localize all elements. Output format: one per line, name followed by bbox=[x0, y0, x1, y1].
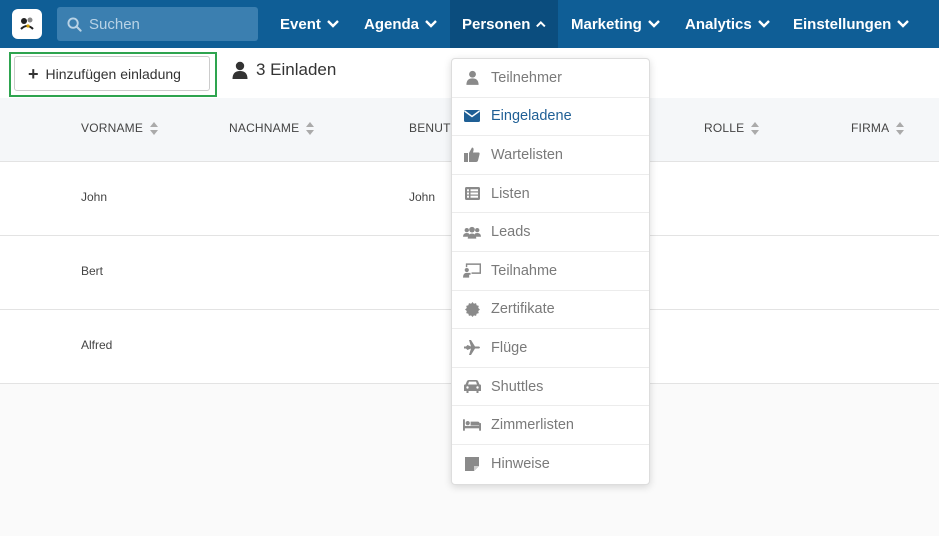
nav-item-label: Agenda bbox=[364, 15, 420, 33]
nav-item-label: Marketing bbox=[571, 15, 642, 33]
nav-item-analytics[interactable]: Analytics bbox=[673, 0, 782, 48]
nav-item-label: Event bbox=[280, 15, 321, 33]
sort-icon bbox=[150, 121, 159, 135]
envelope-icon bbox=[463, 108, 481, 124]
nav-item-personen[interactable]: Personen bbox=[450, 0, 558, 48]
menu-item-label: Eingeladene bbox=[491, 108, 572, 125]
column-header-benutzer[interactable]: BENUT bbox=[409, 121, 451, 135]
menu-item-teilnehmer[interactable]: Teilnehmer bbox=[452, 59, 649, 98]
menu-item-leads[interactable]: Leads bbox=[452, 213, 649, 252]
plane-icon bbox=[463, 340, 481, 356]
nav-item-marketing[interactable]: Marketing bbox=[559, 0, 672, 48]
user-icon bbox=[232, 61, 248, 79]
menu-item-zertifikate[interactable]: Zertifikate bbox=[452, 291, 649, 330]
menu-item-label: Shuttles bbox=[491, 378, 544, 395]
personen-dropdown-menu: Teilnehmer Eingeladene Wartelisten Liste… bbox=[451, 58, 650, 485]
menu-item-label: Flüge bbox=[491, 339, 528, 356]
certificate-icon bbox=[463, 301, 481, 317]
menu-item-fluege[interactable]: Flüge bbox=[452, 329, 649, 368]
nav-item-einstellungen[interactable]: Einstellungen bbox=[781, 0, 921, 48]
logo-icon bbox=[17, 14, 37, 34]
cell-vorname: Bert bbox=[81, 264, 104, 278]
menu-item-label: Hinweise bbox=[491, 456, 550, 473]
chevron-down-icon bbox=[757, 20, 770, 28]
column-header-vorname[interactable]: VORNAME bbox=[81, 121, 159, 135]
search-box[interactable] bbox=[57, 7, 258, 41]
menu-item-label: Zimmerlisten bbox=[491, 417, 574, 434]
menu-item-label: Teilnahme bbox=[491, 262, 558, 279]
menu-item-label: Wartelisten bbox=[491, 146, 563, 163]
menu-item-wartelisten[interactable]: Wartelisten bbox=[452, 136, 649, 175]
app-logo[interactable] bbox=[12, 9, 42, 39]
thumbs-up-icon bbox=[463, 147, 481, 163]
chevron-down-icon bbox=[327, 20, 339, 28]
menu-item-label: Listen bbox=[491, 185, 530, 202]
list-icon bbox=[463, 186, 481, 202]
chevron-up-icon bbox=[536, 21, 546, 28]
invite-count-label: 3 Einladen bbox=[256, 60, 337, 79]
cell-vorname: Alfred bbox=[81, 338, 113, 352]
menu-item-teilnahme[interactable]: Teilnahme bbox=[452, 252, 649, 291]
menu-item-zimmerlisten[interactable]: Zimmerlisten bbox=[452, 406, 649, 445]
menu-item-label: Zertifikate bbox=[491, 301, 555, 318]
nav-item-label: Analytics bbox=[685, 15, 752, 33]
menu-item-label: Leads bbox=[491, 224, 531, 241]
bed-icon bbox=[463, 417, 481, 433]
menu-item-listen[interactable]: Listen bbox=[452, 175, 649, 214]
chevron-down-icon bbox=[897, 20, 910, 28]
search-input[interactable] bbox=[89, 15, 249, 33]
search-icon bbox=[67, 16, 82, 32]
add-invitation-button[interactable]: + Hinzufügen einladung bbox=[14, 56, 210, 91]
chalkboard-user-icon bbox=[463, 263, 481, 279]
sort-icon bbox=[896, 121, 905, 135]
sort-icon bbox=[751, 121, 760, 135]
invite-count: 3 Einladen bbox=[232, 60, 336, 80]
plus-icon: + bbox=[28, 63, 39, 84]
cell-vorname: John bbox=[81, 190, 108, 204]
column-header-rolle[interactable]: ROLLE bbox=[704, 121, 760, 135]
chevron-down-icon bbox=[648, 20, 660, 28]
menu-item-shuttles[interactable]: Shuttles bbox=[452, 368, 649, 407]
menu-item-eingeladene[interactable]: Eingeladene bbox=[452, 98, 649, 137]
add-invitation-label: Hinzufügen einladung bbox=[45, 65, 181, 82]
menu-item-hinweise[interactable]: Hinweise bbox=[452, 445, 649, 484]
car-icon bbox=[463, 379, 481, 395]
menu-item-label: Teilnehmer bbox=[491, 69, 562, 86]
nav-item-event[interactable]: Event bbox=[268, 0, 351, 48]
column-header-firma[interactable]: FIRMA bbox=[851, 121, 905, 135]
column-header-nachname[interactable]: NACHNAME bbox=[229, 121, 315, 135]
cell-benutzer: John bbox=[409, 190, 436, 204]
nav-item-agenda[interactable]: Agenda bbox=[352, 0, 449, 48]
users-icon bbox=[463, 224, 481, 240]
nav-item-label: Personen bbox=[462, 15, 531, 33]
chevron-down-icon bbox=[425, 20, 437, 28]
top-navbar: Event Agenda Personen Marketing Analytic… bbox=[0, 0, 939, 48]
sort-icon bbox=[306, 121, 315, 135]
sticky-note-icon bbox=[463, 456, 481, 472]
user-icon bbox=[463, 70, 481, 86]
nav-item-label: Einstellungen bbox=[793, 15, 892, 33]
